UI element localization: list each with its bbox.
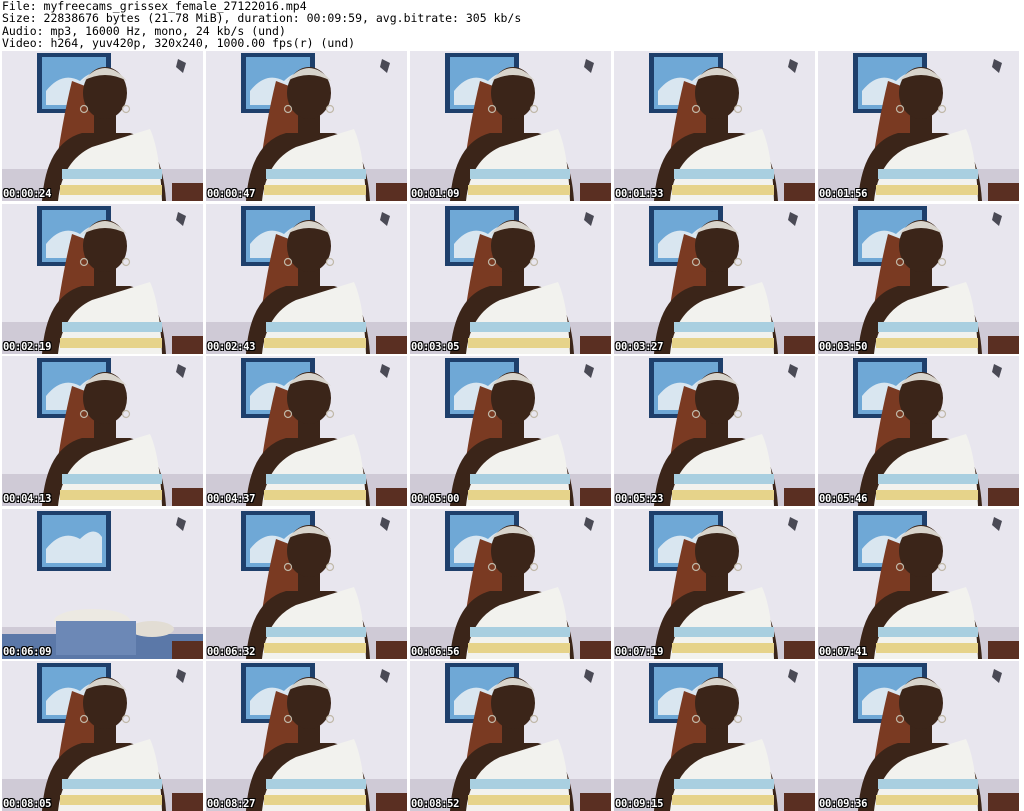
thumbnail-image xyxy=(818,356,1019,506)
thumbnail-timestamp: 00:08:05 xyxy=(3,798,52,810)
video-thumbnail: 00:01:33 xyxy=(614,51,815,201)
thumbnail-image xyxy=(206,509,407,659)
thumbnail-image xyxy=(410,204,611,354)
video-thumbnail: 00:06:32 xyxy=(206,509,407,659)
thumbnail-timestamp: 00:06:32 xyxy=(207,646,256,658)
video-thumbnail: 00:04:13 xyxy=(2,356,203,506)
video-thumbnail: 00:03:50 xyxy=(818,204,1019,354)
thumbnail-timestamp: 00:09:36 xyxy=(819,798,868,810)
thumbnail-image xyxy=(206,661,407,811)
video-thumbnail: 00:05:46 xyxy=(818,356,1019,506)
video-thumbnail: 00:08:52 xyxy=(410,661,611,811)
video-thumbnail: 00:06:09 xyxy=(2,509,203,659)
thumbnail-timestamp: 00:05:46 xyxy=(819,493,868,505)
thumbnail-image xyxy=(2,204,203,354)
thumbnail-timestamp: 00:01:33 xyxy=(615,188,664,200)
thumbnail-timestamp: 00:04:37 xyxy=(207,493,256,505)
video-thumbnail: 00:04:37 xyxy=(206,356,407,506)
video-thumbnail: 00:02:19 xyxy=(2,204,203,354)
thumbnail-image xyxy=(614,356,815,506)
thumbnail-timestamp: 00:01:09 xyxy=(411,188,460,200)
thumbnail-timestamp: 00:03:50 xyxy=(819,341,868,353)
thumbnail-image xyxy=(818,661,1019,811)
thumbnail-timestamp: 00:03:05 xyxy=(411,341,460,353)
video-thumbnail: 00:07:41 xyxy=(818,509,1019,659)
video-thumbnail: 00:05:00 xyxy=(410,356,611,506)
thumbnail-image xyxy=(206,51,407,201)
video-thumbnail: 00:08:27 xyxy=(206,661,407,811)
thumbnail-timestamp: 00:06:09 xyxy=(3,646,52,658)
thumbnail-timestamp: 00:05:00 xyxy=(411,493,460,505)
thumbnail-timestamp: 00:09:15 xyxy=(615,798,664,810)
video-thumbnail: 00:09:15 xyxy=(614,661,815,811)
video-thumbnail: 00:01:56 xyxy=(818,51,1019,201)
thumbnail-image xyxy=(206,204,407,354)
video-thumbnail: 00:00:47 xyxy=(206,51,407,201)
thumbnail-image xyxy=(614,204,815,354)
video-thumbnail: 00:00:24 xyxy=(2,51,203,201)
thumbnail-image xyxy=(410,51,611,201)
video-info-line: Video: h264, yuv420p, 320x240, 1000.00 f… xyxy=(2,36,356,51)
video-thumbnail: 00:07:19 xyxy=(614,509,815,659)
thumbnail-timestamp: 00:02:43 xyxy=(207,341,256,353)
thumbnail-timestamp: 00:02:19 xyxy=(3,341,52,353)
thumbnail-timestamp: 00:01:56 xyxy=(819,188,868,200)
thumbnail-timestamp: 00:04:13 xyxy=(3,493,52,505)
thumbnail-image xyxy=(410,661,611,811)
thumbnail-image xyxy=(206,356,407,506)
file-size-line: Size: 22838676 bytes (21.78 MiB), durati… xyxy=(2,11,522,26)
thumbnail-image xyxy=(2,509,203,659)
thumbnail-image xyxy=(2,661,203,811)
thumbnail-timestamp: 00:07:19 xyxy=(615,646,664,658)
thumbnail-image xyxy=(410,509,611,659)
thumbnail-image xyxy=(410,356,611,506)
thumbnail-image xyxy=(818,204,1019,354)
thumbnail-grid: 00:00:24 00:00:47 00:01:09 00:01:33 00:01:56… xyxy=(2,51,1023,811)
file-info-header: File: myfreecams_grissex_female_27122016… xyxy=(2,0,1022,50)
thumbnail-timestamp: 00:08:27 xyxy=(207,798,256,810)
thumbnail-timestamp: 00:07:41 xyxy=(819,646,868,658)
video-thumbnail: 00:03:05 xyxy=(410,204,611,354)
video-thumbnail: 00:05:23 xyxy=(614,356,815,506)
thumbnail-image xyxy=(818,51,1019,201)
video-thumbnail: 00:09:36 xyxy=(818,661,1019,811)
thumbnail-image xyxy=(818,509,1019,659)
thumbnail-image xyxy=(2,51,203,201)
thumbnail-image xyxy=(614,51,815,201)
thumbnail-timestamp: 00:05:23 xyxy=(615,493,664,505)
thumbnail-timestamp: 00:06:56 xyxy=(411,646,460,658)
thumbnail-timestamp: 00:00:47 xyxy=(207,188,256,200)
thumbnail-timestamp: 00:08:52 xyxy=(411,798,460,810)
thumbnail-timestamp: 00:00:24 xyxy=(3,188,52,200)
video-thumbnail: 00:02:43 xyxy=(206,204,407,354)
thumbnail-timestamp: 00:03:27 xyxy=(615,341,664,353)
video-thumbnail: 00:08:05 xyxy=(2,661,203,811)
video-thumbnail: 00:01:09 xyxy=(410,51,611,201)
thumbnail-image xyxy=(614,661,815,811)
thumbnail-image xyxy=(2,356,203,506)
thumbnail-image xyxy=(614,509,815,659)
video-thumbnail: 00:03:27 xyxy=(614,204,815,354)
video-thumbnail: 00:06:56 xyxy=(410,509,611,659)
